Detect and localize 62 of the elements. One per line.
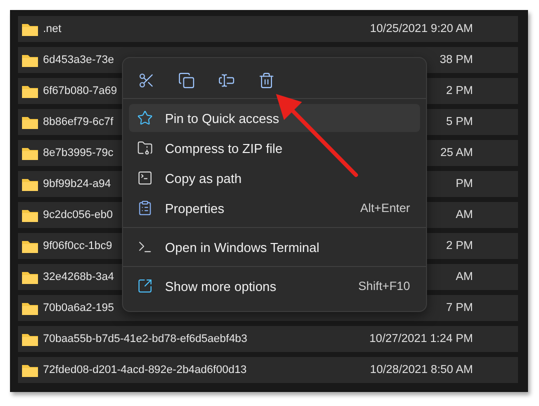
folder-name: 9c2dc056-eb0 xyxy=(43,209,113,221)
folder-row[interactable]: 72fded08-d201-4acd-892e-2b4ad6f00d13 10/28/2021 8:50 AM xyxy=(18,357,518,383)
modified-date: AM xyxy=(454,209,473,221)
folder-row[interactable]: .net 10/25/2021 9:20 AM xyxy=(18,16,518,42)
menu-item[interactable]: Show more options Shift+F10 xyxy=(129,272,420,300)
copy-button[interactable] xyxy=(177,71,195,89)
folder-row[interactable]: 70baa55b-b7d5-41e2-bd78-ef6d5aebf4b3 10/27/2021 1:24 PM xyxy=(18,326,518,352)
folder-name: 8b86ef79-6c7f xyxy=(43,116,114,128)
folder-name: 70b0a6a2-195 xyxy=(43,302,114,314)
modified-date: 10/25/2021 9:20 AM xyxy=(369,23,473,35)
menu-item-label: Pin to Quick access xyxy=(165,110,280,126)
modified-date: 2 PM xyxy=(445,85,473,97)
folder-icon xyxy=(22,146,38,160)
modified-date: AM xyxy=(454,271,473,283)
folder-icon xyxy=(22,54,38,66)
menu-item-label: Copy as path xyxy=(165,170,243,186)
path-icon xyxy=(137,170,153,186)
folder-name: 72fded08-d201-4acd-892e-2b4ad6f00d13 xyxy=(43,364,247,376)
folder-icon xyxy=(22,178,38,190)
folder-icon xyxy=(22,240,38,252)
star-icon xyxy=(137,110,153,126)
folder-icon xyxy=(22,116,38,128)
menu-item[interactable]: Properties Alt+Enter xyxy=(129,194,420,222)
menu-item[interactable]: Open in Windows Terminal xyxy=(129,233,420,261)
more-options-icon xyxy=(137,278,153,294)
modified-date: 25 AM xyxy=(439,147,473,159)
menu-item-label: Compress to ZIP file xyxy=(165,140,284,156)
properties-icon xyxy=(137,200,153,216)
modified-date: 2 PM xyxy=(445,240,473,252)
modified-date: 10/27/2021 1:24 PM xyxy=(368,333,473,345)
folder-icon xyxy=(22,332,38,346)
modified-date: 38 PM xyxy=(438,54,473,66)
folder-name: .net xyxy=(43,23,62,35)
folder-name: 32e4268b-3a4 xyxy=(43,271,114,283)
modified-date: 5 PM xyxy=(445,116,473,128)
folder-name: 8e7b3995-79c xyxy=(43,147,114,159)
shortcut-text: Shift+F10 xyxy=(358,279,410,293)
menu-item[interactable]: Pin to Quick access xyxy=(129,104,420,132)
folder-name: 9bf99b24-a94 xyxy=(43,178,111,190)
folder-name: 9f06f0cc-1bc9 xyxy=(43,240,112,252)
menu-item-label: Show more options xyxy=(165,278,278,294)
folder-icon xyxy=(22,22,38,36)
menu-item-label: Open in Windows Terminal xyxy=(165,240,320,254)
cut-button[interactable] xyxy=(137,71,155,89)
modified-date: PM xyxy=(454,178,473,190)
folder-name: 70baa55b-b7d5-41e2-bd78-ef6d5aebf4b3 xyxy=(43,333,248,345)
folder-name: 6d453a3e-73e xyxy=(43,54,114,66)
folder-icon xyxy=(22,302,38,314)
modified-date: 7 PM xyxy=(445,302,473,314)
folder-icon xyxy=(22,270,38,284)
menu-item[interactable]: Compress to ZIP file xyxy=(129,134,420,162)
menu-item[interactable]: Copy as path xyxy=(129,164,420,192)
folder-icon xyxy=(22,364,38,376)
folder-icon xyxy=(22,208,38,222)
modified-date: 10/28/2021 8:50 AM xyxy=(369,364,473,376)
folder-name: 6f67b080-7a69 xyxy=(43,85,118,97)
zipped-folder-icon xyxy=(137,140,153,156)
shortcut-text: Alt+Enter xyxy=(360,201,410,215)
terminal-icon xyxy=(137,239,153,255)
folder-icon xyxy=(22,84,38,98)
delete-button[interactable] xyxy=(257,71,275,89)
menu-item-label: Properties xyxy=(165,200,226,216)
